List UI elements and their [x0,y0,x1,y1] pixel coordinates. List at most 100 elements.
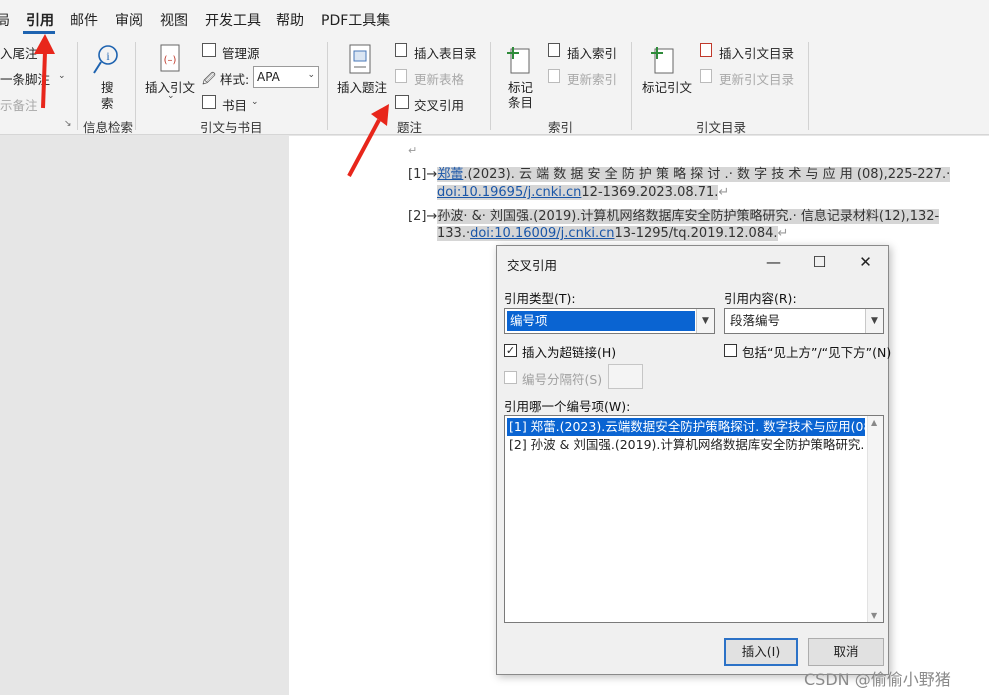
group-separator [77,42,78,130]
insert-index-icon [548,43,560,57]
mark-entry-label-2[interactable]: 条目 [508,92,533,111]
cross-reference-dialog: 交叉引用 — ☐ ✕ 引用类型(T): 编号项 ▼ 引用内容(R): 段落编号 … [496,245,892,675]
separator-input [608,364,643,389]
list-scrollbar[interactable]: ▲ ▼ [867,416,883,622]
which-item-label: 引用哪一个编号项(W): [504,399,631,414]
style-dropdown-value: APA [257,70,280,84]
reference-1-body: 郑蕾.(2023). 云 端 数 据 安 全 防 护 策 略 探 讨 .· 数 … [437,167,951,182]
reference-2-doi-link[interactable]: doi:10.16009/j.cnki.cn [470,226,614,241]
reference-1-text: .(2023). 云 端 数 据 安 全 防 护 策 略 探 讨 .· 数 字 … [463,167,951,182]
update-table-button: 更新表格 [414,72,465,87]
search-label-2[interactable]: 索 [101,93,114,112]
reference-1-doi-link[interactable]: doi:10.19695/j.cnki.cn [437,185,581,200]
reference-1-doi-rest: 12-1369.2023.08.71. [581,185,719,200]
reference-1-line-2[interactable]: doi:10.19695/j.cnki.cn12-1369.2023.08.71… [437,185,729,200]
ribbon: 入尾注 一条脚注 ⌄ 示备注 ↘ i 搜 索 信息检索 (–) 插入引文 ⌄ 管… [0,37,989,135]
separator-label: 编号分隔符(S) [522,372,603,387]
reference-2-pages: 133.· [437,226,471,241]
reference-2-doi-rest: 13-1295/tq.2019.12.084. [614,226,778,241]
update-toa-button: 更新引文目录 [719,72,795,87]
menu-view[interactable]: 视图 [160,10,188,30]
scroll-down-icon[interactable]: ▼ [871,611,877,620]
insert-table-of-figures-button[interactable]: 插入表目录 [414,43,477,62]
ref-type-value: 编号项 [507,311,695,331]
reference-2-number: [2] [408,209,427,224]
search-icon[interactable]: i [92,43,122,77]
insert-toa-button[interactable]: 插入引文目录 [719,43,794,62]
chevron-down-icon[interactable]: ⌄ [251,97,259,107]
mark-citation-icon[interactable] [649,43,679,77]
group-separator [631,42,632,130]
dialog-launcher-icon[interactable]: ↘ [64,119,72,129]
chevron-down-icon[interactable]: ▼ [696,309,714,333]
manage-sources-button[interactable]: 管理源 [222,43,260,62]
insert-hyperlink-checkbox[interactable]: ✓ [504,344,517,357]
reference-2-line-2[interactable]: 133.·doi:10.16009/j.cnki.cn13-1295/tq.20… [437,226,788,241]
ref-content-label: 引用内容(R): [724,291,797,306]
style-icon: 🖉 [202,72,216,87]
insert-caption-button[interactable]: 插入题注 [337,77,387,96]
minimize-button[interactable]: — [751,246,796,278]
include-above-below-checkbox[interactable] [724,344,737,357]
reference-2-line-1[interactable]: [2]→孙波· &· 刘国强.(2019).计算机网络数据库安全防护策略研究.·… [408,205,940,224]
ref-type-label: 引用类型(T): [504,291,576,306]
insert-hyperlink-label: 插入为超链接(H) [522,345,617,360]
menu-references[interactable]: 引用 [26,10,54,30]
dialog-title: 交叉引用 [507,258,558,273]
update-toa-icon [700,69,712,83]
include-above-below-label: 包括“见上方”/“见下方”(N) [742,345,892,360]
annotation-arrow-diagonal [347,104,389,177]
insert-toa-icon [700,43,712,57]
menu-mailings[interactable]: 邮件 [70,10,98,30]
group-separator [490,42,491,130]
reference-1-author: 郑蕾 [437,167,464,182]
style-dropdown[interactable]: APA ⌄ [253,66,319,88]
separator-checkbox [504,371,517,384]
ref-content-value: 段落编号 [730,313,781,328]
group-label-citations: 引文与书目 [200,120,263,135]
menu-bar: 局 引用 邮件 审阅 视图 开发工具 帮助 PDF工具集 [0,0,989,37]
svg-text:(–): (–) [164,55,177,66]
bibliography-button[interactable]: 书目 [222,95,247,114]
menu-review[interactable]: 审阅 [115,10,143,30]
group-separator [327,42,328,130]
maximize-button[interactable]: ☐ [797,246,842,278]
chevron-down-icon[interactable]: ▼ [865,309,883,333]
insert-citation-icon[interactable]: (–) [157,43,185,77]
cross-reference-icon [395,95,409,109]
reference-1-line-1[interactable]: [1]→郑蕾.(2023). 云 端 数 据 安 全 防 护 策 略 探 讨 .… [408,163,951,182]
paragraph-mark: ↵ [718,185,730,200]
numbered-items-list[interactable]: [1] 郑蕾.(2023).云端数据安全防护策略探讨. 数字技术与应用(08),… [504,415,884,623]
menu-layout[interactable]: 局 [0,10,10,30]
table-of-figures-icon [395,43,407,57]
tab-mark: → [426,167,438,182]
list-item[interactable]: [2] 孙波 & 刘国强.(2019).计算机网络数据库安全防护策略研究. 信.… [507,436,865,454]
manage-sources-icon[interactable] [202,43,216,57]
ref-content-dropdown[interactable]: 段落编号 ▼ [724,308,884,334]
group-label-index: 索引 [548,120,574,135]
list-item[interactable]: [1] 郑蕾.(2023).云端数据安全防护策略探讨. 数字技术与应用(08),… [507,418,865,436]
mark-entry-icon[interactable] [505,43,535,77]
menu-pdf-tools[interactable]: PDF工具集 [321,10,390,30]
reference-1-number: [1] [408,167,427,182]
close-button[interactable]: ✕ [843,246,888,278]
menu-developer[interactable]: 开发工具 [205,10,261,30]
ref-type-dropdown[interactable]: 编号项 ▼ [504,308,715,334]
insert-index-button[interactable]: 插入索引 [567,43,617,62]
bibliography-icon [202,95,216,109]
group-label-research: 信息检索 [83,120,134,135]
cancel-button[interactable]: 取消 [808,638,884,666]
paragraph-mark: ↵ [777,226,789,241]
group-label-toa: 引文目录 [696,120,747,135]
insert-button[interactable]: 插入(I) [724,638,798,666]
scroll-up-icon[interactable]: ▲ [871,418,877,427]
menu-help[interactable]: 帮助 [276,10,304,30]
chevron-down-icon[interactable]: ⌄ [167,91,175,101]
group-separator [808,42,809,130]
mark-citation-button[interactable]: 标记引文 [642,77,692,96]
svg-text:i: i [106,49,110,63]
tab-mark: → [426,209,438,224]
cross-reference-button[interactable]: 交叉引用 [414,95,464,114]
insert-caption-icon[interactable] [346,43,374,77]
reference-2-text: 孙波· &· 刘国强.(2019).计算机网络数据库安全防护策略研究.· 信息记… [437,209,940,224]
